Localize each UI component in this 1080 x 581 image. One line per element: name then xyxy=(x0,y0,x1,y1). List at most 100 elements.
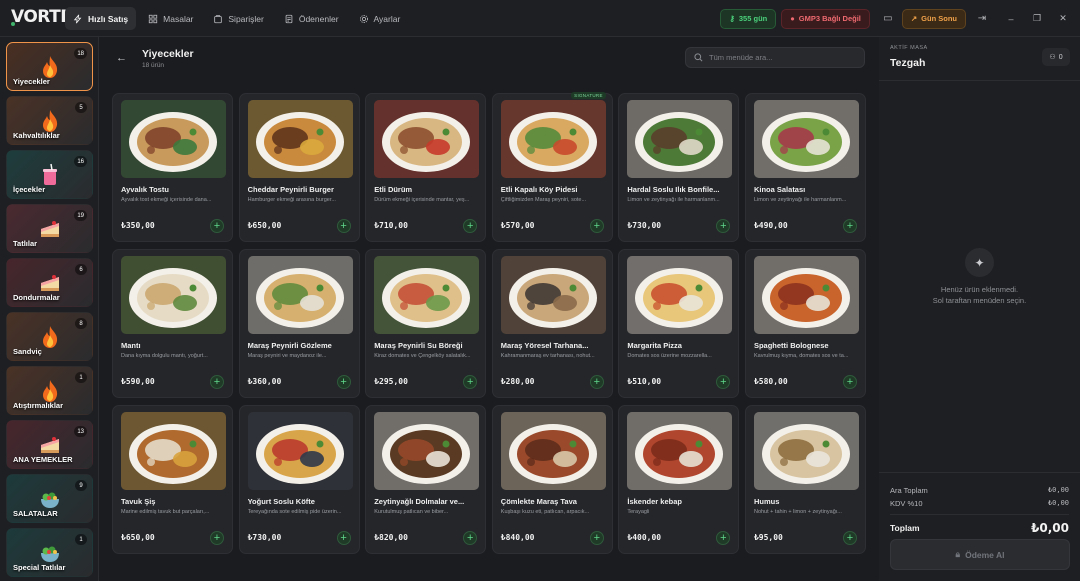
day-end-button[interactable]: ↗ Gün Sonu xyxy=(901,8,966,29)
product-image-wrap xyxy=(627,412,733,490)
nav-quick-sale[interactable]: Hızlı Satış xyxy=(65,7,137,30)
product-card[interactable]: SIGNATURE Etli Kapalı Köy Pidesi Çiftliğim… xyxy=(491,92,613,242)
gmp-status-badge[interactable]: ● GMP3 Bağlı Değil xyxy=(781,8,870,29)
maximize-button[interactable]: ❐ xyxy=(1026,9,1048,29)
product-description: Marine edilmiş tavuk but parçaları,... xyxy=(121,509,210,515)
key-icon: ⚷ xyxy=(729,14,735,23)
product-card[interactable]: Çömlekte Maraş Tava Kuşbaşı kuzu eti, pat… xyxy=(491,405,613,554)
add-to-cart-button[interactable]: + xyxy=(336,375,351,389)
category-item[interactable]: 18 Yiyecekler xyxy=(6,42,93,91)
add-to-cart-button[interactable]: + xyxy=(716,375,731,389)
product-price: ₺570,00 xyxy=(500,221,535,230)
nav-orders[interactable]: Siparişler xyxy=(205,7,271,30)
product-name: Etli Dürüm xyxy=(374,185,413,194)
license-days-badge[interactable]: ⚷ 355 gün xyxy=(720,8,777,29)
add-to-cart-button[interactable]: + xyxy=(589,375,604,389)
empty-line-2: Sol taraftan menüden seçin. xyxy=(932,296,1027,305)
back-button[interactable]: ← xyxy=(116,52,127,64)
add-to-cart-button[interactable]: + xyxy=(210,219,224,233)
category-label: ANA YEMEKLER xyxy=(13,455,73,464)
category-item[interactable]: 6 Dondurmalar xyxy=(6,258,93,307)
category-item[interactable]: 5 Kahvaltılıklar xyxy=(6,96,93,145)
product-image-wrap xyxy=(500,412,606,490)
app-logo: VORTE xyxy=(11,7,72,27)
guest-count-button[interactable]: ⚇ 0 xyxy=(1042,48,1070,66)
product-card[interactable]: Mantı Dana kıyma dolgulu mantı, yoğurt...… xyxy=(112,249,233,398)
guest-count: 0 xyxy=(1058,53,1063,61)
add-to-cart-button[interactable]: + xyxy=(336,219,351,233)
nav-tables[interactable]: Masalar xyxy=(140,7,201,30)
product-card[interactable]: Margarita Pizza Domates sos üzerine mozza… xyxy=(618,249,740,398)
order-panel: AKTİF MASA Tezgah ⚇ 0 ✦ Henüz ürün eklen… xyxy=(879,37,1080,581)
category-item[interactable]: 13 ANA YEMEKLER xyxy=(6,420,93,469)
trend-icon: ↗ xyxy=(910,14,918,23)
product-card[interactable]: Etli Dürüm Dürüm ekmeği içerisinde mantar… xyxy=(365,93,487,242)
add-to-cart-button[interactable]: + xyxy=(210,375,224,389)
category-item[interactable]: 1 Atıştırmalıklar xyxy=(6,366,93,415)
product-card[interactable]: Ayvalık Tostu Ayvalık tost ekmeği içerisi… xyxy=(112,93,233,242)
cake-icon xyxy=(41,221,59,237)
product-card[interactable]: Zeytinyağlı Dolmalar ve... Kurutulmuş pat… xyxy=(365,405,487,554)
product-card[interactable]: Humus Nohut + tahin + limon + zeytinyağı.… xyxy=(744,405,866,554)
add-to-cart-button[interactable]: + xyxy=(842,375,857,389)
product-image-wrap xyxy=(500,256,606,334)
product-price: ₺580,00 xyxy=(753,377,788,386)
category-item[interactable]: 16 İçecekler xyxy=(6,150,93,199)
product-description: Ayvalık tost ekmeği içerisinde dana... xyxy=(121,197,212,203)
add-to-cart-button[interactable]: + xyxy=(336,531,351,545)
minimize-button[interactable]: – xyxy=(1000,9,1022,29)
product-card[interactable]: Cheddar Peynirli Burger Hamburger ekmeği … xyxy=(238,93,360,242)
plus-icon: + xyxy=(720,376,727,388)
product-card[interactable]: Maraş Yöresel Tarhana... Kahramanmaraş ev… xyxy=(491,249,613,398)
search-box[interactable] xyxy=(685,47,865,68)
plus-icon: + xyxy=(846,376,854,388)
add-to-cart-button[interactable]: + xyxy=(716,219,731,233)
product-name: Maraş Peynirli Gözleme xyxy=(247,341,332,350)
product-description: Dana kıyma dolgulu mantı, yoğurt... xyxy=(121,353,208,359)
product-card[interactable]: Spaghetti Bolognese Kavrulmuş kıyma, doma… xyxy=(744,249,866,398)
logout-button[interactable]: ⇥ xyxy=(972,9,992,29)
add-to-cart-button[interactable]: + xyxy=(463,219,478,233)
product-price: ₺350,00 xyxy=(121,221,155,230)
category-count-badge: 18 xyxy=(74,48,87,59)
search-input[interactable] xyxy=(709,53,849,62)
add-to-cart-button[interactable]: + xyxy=(210,531,224,545)
nav-settings[interactable]: Ayarlar xyxy=(351,7,409,30)
add-to-cart-button[interactable]: + xyxy=(716,531,731,545)
close-button[interactable]: ✕ xyxy=(1052,9,1074,29)
add-to-cart-button[interactable]: + xyxy=(463,375,478,389)
product-name: Cheddar Peynirli Burger xyxy=(247,185,334,194)
product-description: Kurutulmuş patlıcan ve biber... xyxy=(374,509,449,515)
fire-icon xyxy=(43,326,58,348)
gmp-status-text: GMP3 Bağlı Değil xyxy=(798,14,861,23)
chat-button[interactable]: ▭ xyxy=(878,9,898,29)
product-image xyxy=(374,256,480,334)
product-card[interactable]: Maraş Peynirli Gözleme Maraş peyniri ve m… xyxy=(238,249,360,398)
product-card[interactable]: Tavuk Şiş Marine edilmiş tavuk but parçal… xyxy=(112,405,233,554)
product-card[interactable]: Hardal Soslu Ilık Bonfile... Limon ve zey… xyxy=(618,93,740,242)
add-to-cart-button[interactable]: + xyxy=(589,531,604,545)
category-item[interactable]: 19 Tatlılar xyxy=(6,204,93,253)
nav-paid[interactable]: Ödenenler xyxy=(276,7,347,30)
category-item[interactable]: 8 Sandviç xyxy=(6,312,93,361)
product-name: Kinoa Salatası xyxy=(753,185,806,194)
product-card[interactable]: Kinoa Salatası Limon ve zeytinyağı ile ha… xyxy=(744,93,866,242)
add-to-cart-button[interactable]: + xyxy=(589,219,604,233)
category-label: Sandviç xyxy=(13,347,42,356)
add-to-cart-button[interactable]: + xyxy=(842,531,857,545)
product-card[interactable]: Maraş Peynirli Su Böreği Kiraz domates ve… xyxy=(365,249,487,398)
product-image xyxy=(374,412,480,490)
category-item[interactable]: 9 SALATALAR xyxy=(6,474,93,523)
product-description: Çiftliğimizden Maraş peyniri, sote... xyxy=(500,197,587,203)
pay-button[interactable]: 🔒︎ Ödeme Al xyxy=(890,539,1070,570)
chat-icon: ▭ xyxy=(883,13,893,24)
product-name: Hardal Soslu Ilık Bonfile... xyxy=(627,185,720,194)
product-card[interactable]: İskender kebap Terayagli ₺400,00 + xyxy=(618,405,740,554)
category-item[interactable]: 1 Special Tatlılar xyxy=(6,528,93,577)
add-to-cart-button[interactable]: + xyxy=(463,531,478,545)
product-image-wrap xyxy=(374,100,480,178)
divider xyxy=(879,80,1080,81)
add-to-cart-button[interactable]: + xyxy=(842,219,857,233)
category-label: Special Tatlılar xyxy=(13,563,66,572)
product-card[interactable]: Yoğurt Soslu Köfte Tereyağında sote edilm… xyxy=(238,405,360,554)
